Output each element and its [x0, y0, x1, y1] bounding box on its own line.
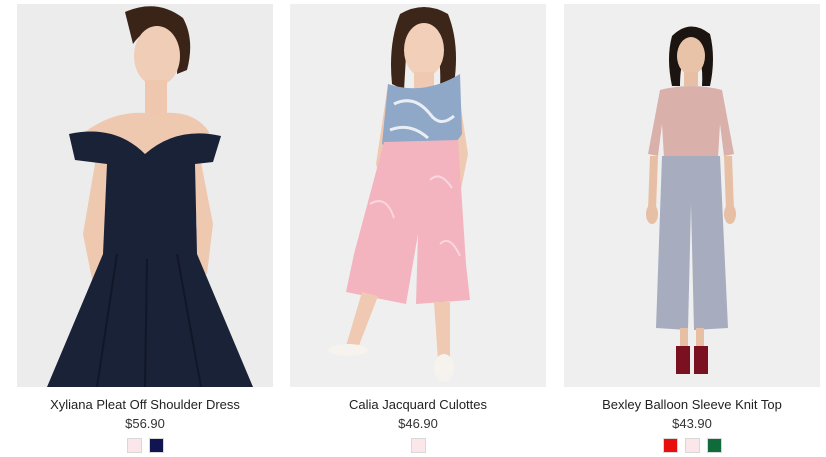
color-swatch-blush[interactable] — [410, 438, 426, 453]
color-swatches — [17, 438, 273, 453]
color-swatch-red[interactable] — [662, 438, 678, 453]
product-card[interactable]: Xyliana Pleat Off Shoulder Dress $56.90 — [17, 4, 273, 453]
product-name[interactable]: Calia Jacquard Culottes — [290, 397, 546, 413]
product-image[interactable] — [17, 4, 273, 387]
product-card[interactable]: Calia Jacquard Culottes $46.90 — [290, 4, 546, 453]
product-image[interactable] — [564, 4, 820, 387]
color-swatches — [290, 438, 546, 453]
product-image[interactable] — [290, 4, 546, 387]
color-swatches — [564, 438, 820, 453]
product-name[interactable]: Bexley Balloon Sleeve Knit Top — [564, 397, 820, 413]
color-swatch-blush[interactable] — [684, 438, 700, 453]
color-swatch-green[interactable] — [706, 438, 722, 453]
product-price: $43.90 — [672, 416, 712, 431]
product-price: $46.90 — [398, 416, 438, 431]
color-swatch-blush[interactable] — [126, 438, 142, 453]
product-grid: Xyliana Pleat Off Shoulder Dress $56.90 — [0, 0, 826, 457]
product-card[interactable]: Bexley Balloon Sleeve Knit Top $43.90 — [564, 4, 820, 453]
product-name[interactable]: Xyliana Pleat Off Shoulder Dress — [17, 397, 273, 413]
product-price: $56.90 — [125, 416, 165, 431]
color-swatch-navy[interactable] — [148, 438, 164, 453]
